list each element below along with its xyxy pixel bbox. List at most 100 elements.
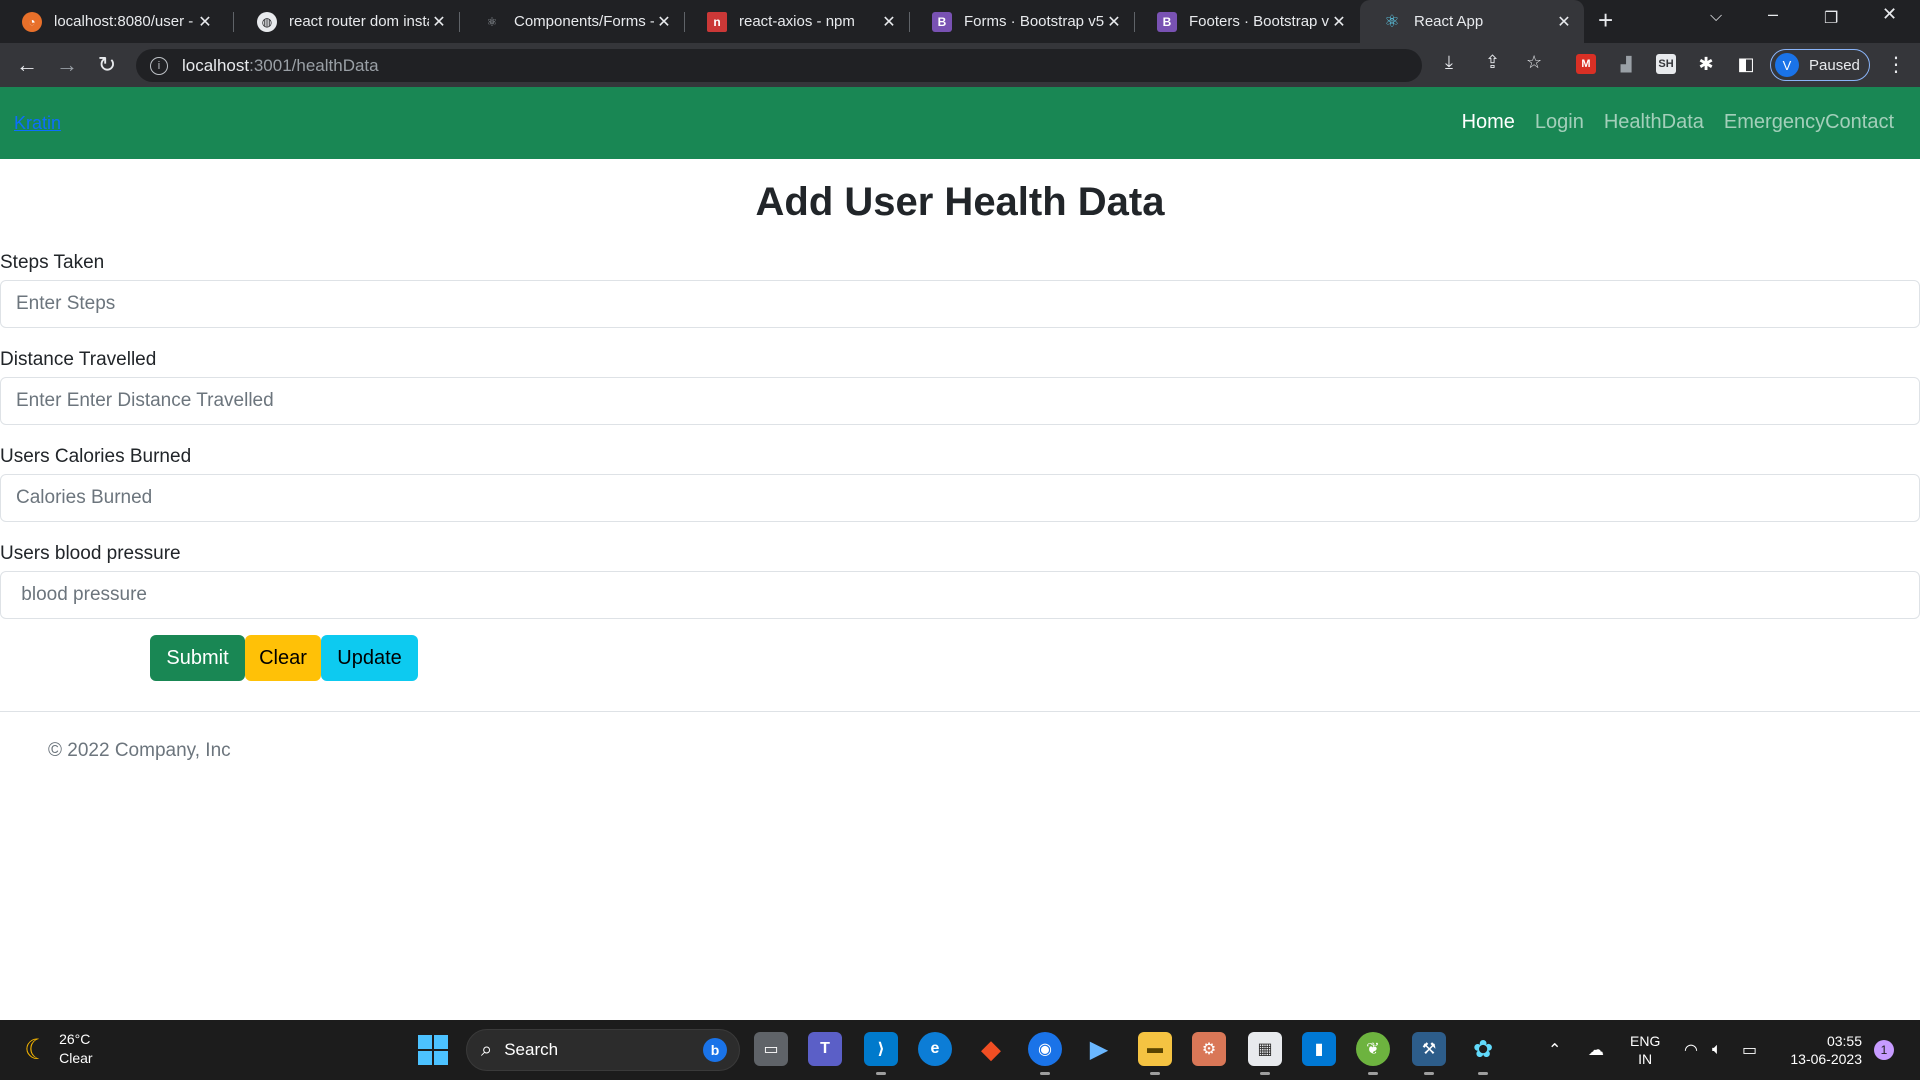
share-icon[interactable]: ⇪: [1485, 52, 1500, 73]
back-button[interactable]: ←: [12, 50, 42, 80]
task-view-icon[interactable]: ▭: [754, 1032, 788, 1066]
tab-title: Footers · Bootstrap v5: [1189, 13, 1329, 30]
spring-tools-icon[interactable]: ❦: [1356, 1032, 1390, 1075]
taskbar-search[interactable]: ⌕ Search b: [466, 1029, 740, 1071]
teams-icon[interactable]: T: [808, 1032, 842, 1066]
close-icon[interactable]: ✕: [879, 12, 899, 32]
region-code: IN: [1638, 1051, 1653, 1067]
microsoft-store-icon[interactable]: ▦: [1248, 1032, 1282, 1075]
clock-date: 13-06-2023: [1790, 1051, 1862, 1067]
browser-tab-2[interactable]: ◍ react router dom insta ✕: [235, 0, 459, 43]
tab-title: react-axios - npm: [739, 13, 855, 30]
language-indicator[interactable]: ENG IN: [1630, 1032, 1660, 1068]
sync-status: Paused: [1809, 56, 1860, 74]
browser-tab-1[interactable]: ◔ localhost:8080/user - l ✕: [0, 0, 225, 43]
side-panel-icon[interactable]: ◧: [1736, 54, 1756, 74]
distance-field-group: Distance Travelled: [0, 349, 1920, 425]
power-automate-icon[interactable]: ▶: [1082, 1032, 1116, 1066]
browser-tab-strip: ◔ localhost:8080/user - l ✕ ◍ react rout…: [0, 0, 1920, 43]
bootstrap-icon: B: [1157, 11, 1177, 32]
weather-widget[interactable]: ☾ 26°C Clear: [24, 1030, 93, 1068]
paint-icon[interactable]: ✿: [1466, 1032, 1500, 1075]
nav-links: Home Login HealthData EmergencyContact: [1462, 111, 1894, 134]
onedrive-icon[interactable]: ☁: [1588, 1020, 1604, 1080]
language-code: ENG: [1630, 1033, 1661, 1049]
avatar: V: [1775, 53, 1799, 77]
clear-button[interactable]: Clear: [245, 635, 321, 681]
file-explorer-icon[interactable]: ▬: [1138, 1032, 1172, 1075]
bookmark-star-icon[interactable]: ☆: [1526, 52, 1542, 73]
browser-tab-7-active[interactable]: ⚛ React App ✕: [1360, 0, 1584, 43]
git-icon[interactable]: ◆: [974, 1032, 1008, 1066]
start-button[interactable]: [418, 1035, 448, 1065]
app-navbar: Kratin Home Login HealthData EmergencyCo…: [0, 87, 1920, 159]
blood-pressure-input[interactable]: [0, 571, 1920, 619]
brand-link[interactable]: Kratin: [14, 113, 61, 134]
nav-link-healthdata[interactable]: HealthData: [1604, 111, 1704, 134]
reload-button[interactable]: ↻: [92, 50, 122, 80]
extension-mega-icon[interactable]: M: [1576, 54, 1596, 74]
edge-icon[interactable]: e: [918, 1032, 952, 1066]
wifi-icon[interactable]: ◠: [1684, 1020, 1698, 1080]
calories-input[interactable]: [0, 474, 1920, 522]
tab-search-icon[interactable]: ⌵: [1710, 8, 1722, 26]
extensions-puzzle-icon[interactable]: ✱: [1696, 54, 1716, 74]
restore-button[interactable]: ❐: [1824, 8, 1838, 28]
close-icon[interactable]: ✕: [654, 12, 674, 32]
tab-divider: [233, 12, 234, 32]
nav-link-emergencycontact[interactable]: EmergencyContact: [1724, 111, 1894, 134]
site-info-icon[interactable]: i: [150, 56, 168, 75]
browser-tab-6[interactable]: B Footers · Bootstrap v5 ✕: [1135, 0, 1359, 43]
browser-tab-3[interactable]: ⚛ Components/Forms - ✕: [460, 0, 684, 43]
show-hidden-icons-icon[interactable]: ⌃: [1548, 1020, 1561, 1080]
page-title: Add User Health Data: [755, 180, 1165, 224]
calories-label: Users Calories Burned: [0, 446, 192, 467]
new-tab-button[interactable]: +: [1598, 5, 1613, 36]
volume-icon[interactable]: 🔈︎: [1712, 1020, 1722, 1080]
close-window-button[interactable]: ✕: [1882, 4, 1897, 25]
extension-sh-icon[interactable]: SH: [1656, 54, 1676, 74]
vscode-icon[interactable]: ⟩: [864, 1032, 898, 1075]
update-button[interactable]: Update: [321, 635, 418, 681]
extension-chart-icon[interactable]: ▟: [1616, 54, 1636, 74]
close-icon[interactable]: ✕: [1329, 12, 1349, 32]
globe-icon: ◍: [257, 11, 277, 32]
forward-button[interactable]: →: [52, 50, 82, 80]
blue-app-icon[interactable]: ▮: [1302, 1032, 1336, 1066]
bootstrap-icon: B: [932, 11, 952, 32]
tab-title: Forms · Bootstrap v5.0: [964, 13, 1104, 30]
tab-title: React App: [1414, 13, 1484, 30]
close-icon[interactable]: ✕: [195, 12, 215, 32]
browser-tab-5[interactable]: B Forms · Bootstrap v5.0 ✕: [910, 0, 1134, 43]
steps-input[interactable]: [0, 280, 1920, 328]
distance-input[interactable]: [0, 377, 1920, 425]
bing-icon[interactable]: b: [703, 1038, 727, 1062]
minimize-button[interactable]: –: [1768, 4, 1778, 25]
close-icon[interactable]: ✕: [1554, 12, 1574, 32]
moon-icon: ☾: [24, 1033, 50, 1065]
calories-field-group: Users Calories Burned: [0, 446, 1920, 522]
close-icon[interactable]: ✕: [1104, 12, 1124, 32]
weather-condition: Clear: [59, 1050, 93, 1066]
storybook-icon: ⚛: [486, 14, 498, 29]
close-icon[interactable]: ✕: [429, 12, 449, 32]
distance-label: Distance Travelled: [0, 349, 157, 370]
chrome-icon[interactable]: ◉: [1028, 1032, 1062, 1075]
notification-badge[interactable]: 1: [1874, 1040, 1894, 1060]
system-clock[interactable]: 03:55 13-06-2023: [1782, 1032, 1862, 1068]
battery-icon[interactable]: ▭: [1742, 1020, 1757, 1080]
browser-menu-icon[interactable]: ⋮: [1886, 52, 1906, 77]
windows-logo-icon: [418, 1035, 432, 1049]
url-host: localhost: [182, 55, 250, 75]
browser-tab-4[interactable]: n react-axios - npm ✕: [685, 0, 909, 43]
clock-time: 03:55: [1826, 1033, 1862, 1049]
address-bar[interactable]: i localhost:3001/healthData: [136, 49, 1422, 82]
nav-link-home[interactable]: Home: [1462, 111, 1515, 134]
submit-button[interactable]: Submit: [150, 635, 245, 681]
app-icon-red[interactable]: ⚙: [1192, 1032, 1226, 1066]
tab-title: react router dom insta: [289, 13, 429, 30]
nav-link-login[interactable]: Login: [1535, 111, 1584, 134]
mysql-workbench-icon[interactable]: ⚒: [1412, 1032, 1446, 1075]
install-app-icon[interactable]: ⤓: [1445, 52, 1453, 73]
profile-button[interactable]: V Paused: [1770, 49, 1870, 81]
